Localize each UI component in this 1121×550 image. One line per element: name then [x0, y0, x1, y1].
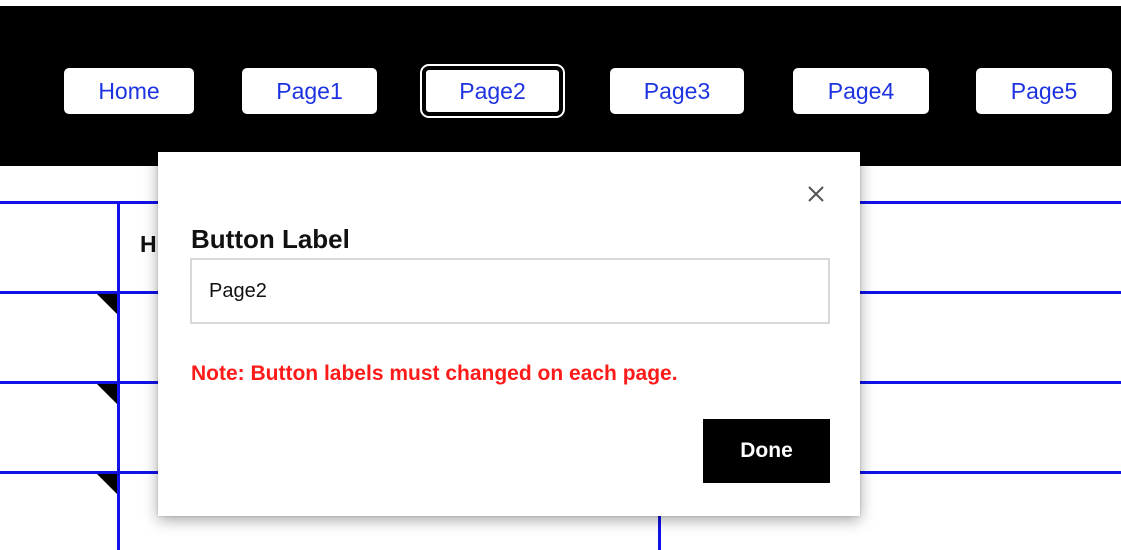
done-button[interactable]: Done [703, 419, 830, 483]
background-heading: H [140, 231, 157, 257]
nav-button-page2[interactable]: Page2 [420, 64, 565, 118]
edit-button-label-dialog: Button Label Note: Button labels must ch… [158, 152, 860, 516]
nav-button-page5[interactable]: Page5 [976, 68, 1112, 114]
nav-button-home[interactable]: Home [64, 68, 194, 114]
nav-button-page3[interactable]: Page3 [610, 68, 744, 114]
row-corner-marker [97, 294, 117, 314]
close-icon[interactable] [803, 181, 829, 207]
row-corner-marker [97, 474, 117, 494]
button-label-input[interactable] [190, 258, 830, 324]
warning-note: Note: Button labels must changed on each… [191, 362, 678, 385]
row-corner-marker [97, 384, 117, 404]
nav-button-page4[interactable]: Page4 [793, 68, 929, 114]
nav-button-page1[interactable]: Page1 [242, 68, 377, 114]
top-nav-bar: Home Page1 Page2 Page3 Page4 Page5 [0, 0, 1121, 166]
button-label-heading: Button Label [191, 224, 350, 254]
grid-line-v1 [117, 201, 120, 550]
